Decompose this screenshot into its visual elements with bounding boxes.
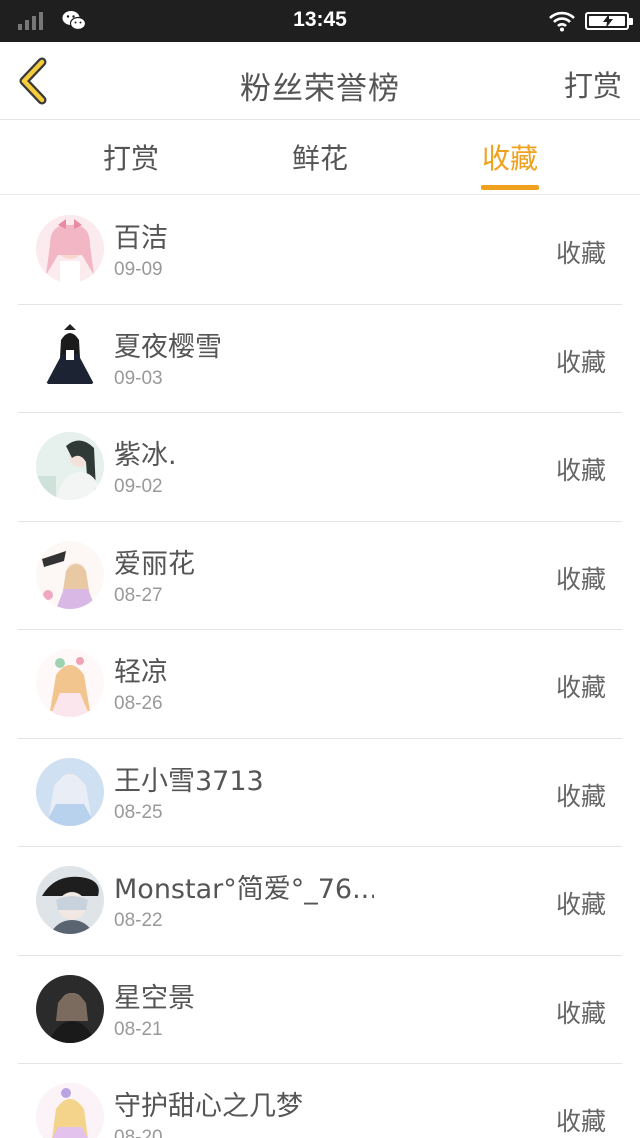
fan-date: 08-20 xyxy=(114,1127,163,1138)
status-bar: 13:45 xyxy=(0,0,640,42)
tab-favorites[interactable]: 收藏 xyxy=(450,137,570,177)
avatar xyxy=(36,649,104,717)
avatar xyxy=(36,1083,104,1138)
page-title: 粉丝荣誉榜 xyxy=(240,71,400,107)
list-item[interactable]: 百洁 09-09 收藏 xyxy=(18,196,622,305)
fan-name: 紫冰. xyxy=(114,440,177,471)
nav-header: 粉丝荣誉榜 打赏 xyxy=(0,42,640,120)
fan-action: 收藏 xyxy=(555,998,606,1028)
avatar xyxy=(36,432,104,500)
avatar xyxy=(36,323,104,392)
reward-button[interactable]: 打赏 xyxy=(564,63,622,105)
fan-date: 08-25 xyxy=(114,801,163,823)
fan-date: 08-26 xyxy=(114,693,163,714)
list-item[interactable]: 守护甜心之几梦 08-20 收藏 xyxy=(18,1064,622,1138)
avatar xyxy=(36,866,104,934)
fan-name: 夏夜樱雪 xyxy=(114,331,222,363)
list-item[interactable]: 紫冰. 09-02 收藏 xyxy=(18,413,622,522)
status-time: 13:45 xyxy=(293,8,347,31)
tab-bar: 打赏 鲜花 收藏 xyxy=(0,121,640,195)
battery-charging-icon xyxy=(585,12,633,30)
list-item[interactable]: 星空景 08-21 收藏 xyxy=(18,956,622,1064)
fan-date: 09-03 xyxy=(114,367,163,389)
fan-date: 08-27 xyxy=(114,584,163,606)
list-item[interactable]: 爱丽花 08-27 收藏 xyxy=(18,522,622,630)
tab-flowers[interactable]: 鲜花 xyxy=(260,137,380,177)
avatar xyxy=(36,757,104,826)
fan-name: 星空景 xyxy=(114,982,195,1014)
tab-reward[interactable]: 打赏 xyxy=(71,137,191,177)
fan-action: 收藏 xyxy=(555,347,606,377)
fan-action: 收藏 xyxy=(555,673,606,702)
fan-date: 09-02 xyxy=(114,476,163,497)
list-item[interactable]: Monstar°简爱°_76... 08-22 收藏 xyxy=(18,847,622,956)
list-item[interactable]: 夏夜樱雪 09-03 收藏 xyxy=(18,305,622,413)
fan-action: 收藏 xyxy=(555,456,606,485)
fan-date: 08-22 xyxy=(114,910,163,931)
avatar xyxy=(36,974,104,1043)
fan-name: 爱丽花 xyxy=(114,548,195,580)
fan-list: 百洁 09-09 收藏 夏夜樱雪 09-03 收藏 紫冰. 09-02 收藏 爱… xyxy=(0,196,640,1138)
avatar xyxy=(36,540,104,609)
fan-name: 守护甜心之几梦 xyxy=(114,1091,303,1122)
fan-name: Monstar°简爱°_76... xyxy=(114,874,374,905)
wifi-icon xyxy=(549,11,575,32)
fan-action: 收藏 xyxy=(555,1107,606,1136)
fan-action: 收藏 xyxy=(555,239,606,268)
fan-date: 09-09 xyxy=(114,259,163,280)
fan-action: 收藏 xyxy=(555,890,606,919)
active-tab-indicator xyxy=(481,185,539,190)
fan-action: 收藏 xyxy=(555,781,606,811)
fan-action: 收藏 xyxy=(555,564,606,594)
list-item[interactable]: 王小雪3713 08-25 收藏 xyxy=(18,739,622,847)
fan-name: 王小雪3713 xyxy=(114,765,264,797)
list-item[interactable]: 轻凉 08-26 收藏 xyxy=(18,630,622,739)
avatar xyxy=(36,215,104,283)
fan-name: 轻凉 xyxy=(114,657,168,688)
fan-name: 百洁 xyxy=(114,223,168,254)
fan-date: 08-21 xyxy=(114,1018,163,1040)
